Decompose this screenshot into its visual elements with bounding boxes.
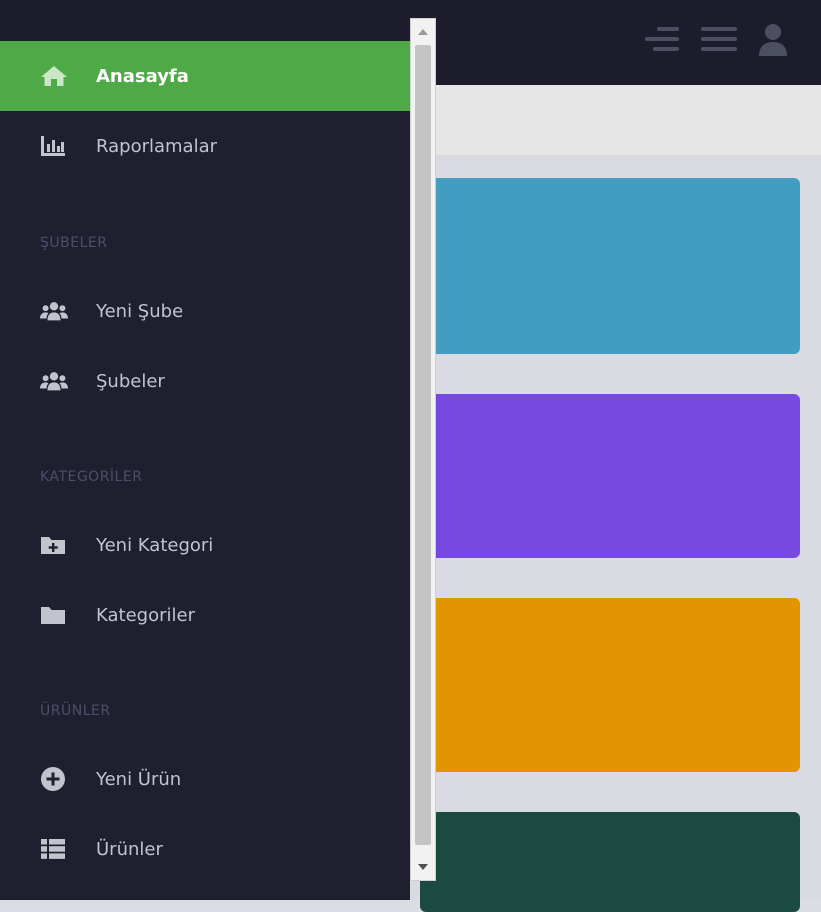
users-icon <box>40 370 68 392</box>
users-icon <box>40 300 68 322</box>
topbar-actions <box>643 22 789 56</box>
sidebar-item-yeni-sube[interactable]: Yeni Şube <box>0 276 410 346</box>
scroll-up-arrow-icon[interactable] <box>418 29 428 35</box>
sidebar-item-label: Yeni Kategori <box>96 534 214 556</box>
plus-circle-icon <box>40 767 68 791</box>
folder-plus-icon <box>40 534 68 556</box>
sidebar-item-urunler[interactable]: Ürünler <box>0 814 410 884</box>
sidebar: Anasayfa Raporlamalar ŞUBELER Yeni Şube … <box>0 0 410 900</box>
home-icon <box>40 65 68 87</box>
stat-card-2[interactable] <box>420 394 800 558</box>
sidebar-item-label: Yeni Ürün <box>96 768 182 790</box>
sidebar-scrollbar[interactable] <box>410 18 436 881</box>
sidebar-item-label: Yeni Şube <box>96 300 184 322</box>
hamburger-menu-icon[interactable] <box>699 23 739 55</box>
sidebar-item-label: Şubeler <box>96 370 165 392</box>
sidebar-item-kategoriler[interactable]: Kategoriler <box>0 580 410 650</box>
stat-card-3[interactable] <box>420 598 800 772</box>
scroll-down-arrow-icon[interactable] <box>418 864 428 870</box>
stat-card-1[interactable] <box>420 178 800 354</box>
user-icon[interactable] <box>757 22 789 56</box>
sidebar-top <box>0 0 410 41</box>
list-icon <box>40 838 68 860</box>
sidebar-item-subeler[interactable]: Şubeler <box>0 346 410 416</box>
sidebar-item-label: Raporlamalar <box>96 135 218 157</box>
collapse-menu-icon[interactable] <box>643 23 681 55</box>
sidebar-item-label: Ürünler <box>96 838 163 860</box>
section-header-kategoriler: KATEGORİLER <box>40 469 143 485</box>
chart-bar-icon <box>40 135 68 157</box>
sidebar-item-label: Anasayfa <box>96 65 189 87</box>
section-header-subeler: ŞUBELER <box>40 235 108 251</box>
sidebar-item-yeni-urun[interactable]: Yeni Ürün <box>0 744 410 814</box>
sidebar-item-yeni-kategori[interactable]: Yeni Kategori <box>0 510 410 580</box>
scrollbar-thumb[interactable] <box>415 45 431 845</box>
stat-card-4[interactable] <box>420 812 800 912</box>
section-header-urunler: ÜRÜNLER <box>40 703 111 719</box>
sidebar-item-label: Kategoriler <box>96 604 195 626</box>
folder-icon <box>40 604 68 626</box>
sidebar-item-anasayfa[interactable]: Anasayfa <box>0 41 410 111</box>
sidebar-item-raporlamalar[interactable]: Raporlamalar <box>0 111 410 181</box>
